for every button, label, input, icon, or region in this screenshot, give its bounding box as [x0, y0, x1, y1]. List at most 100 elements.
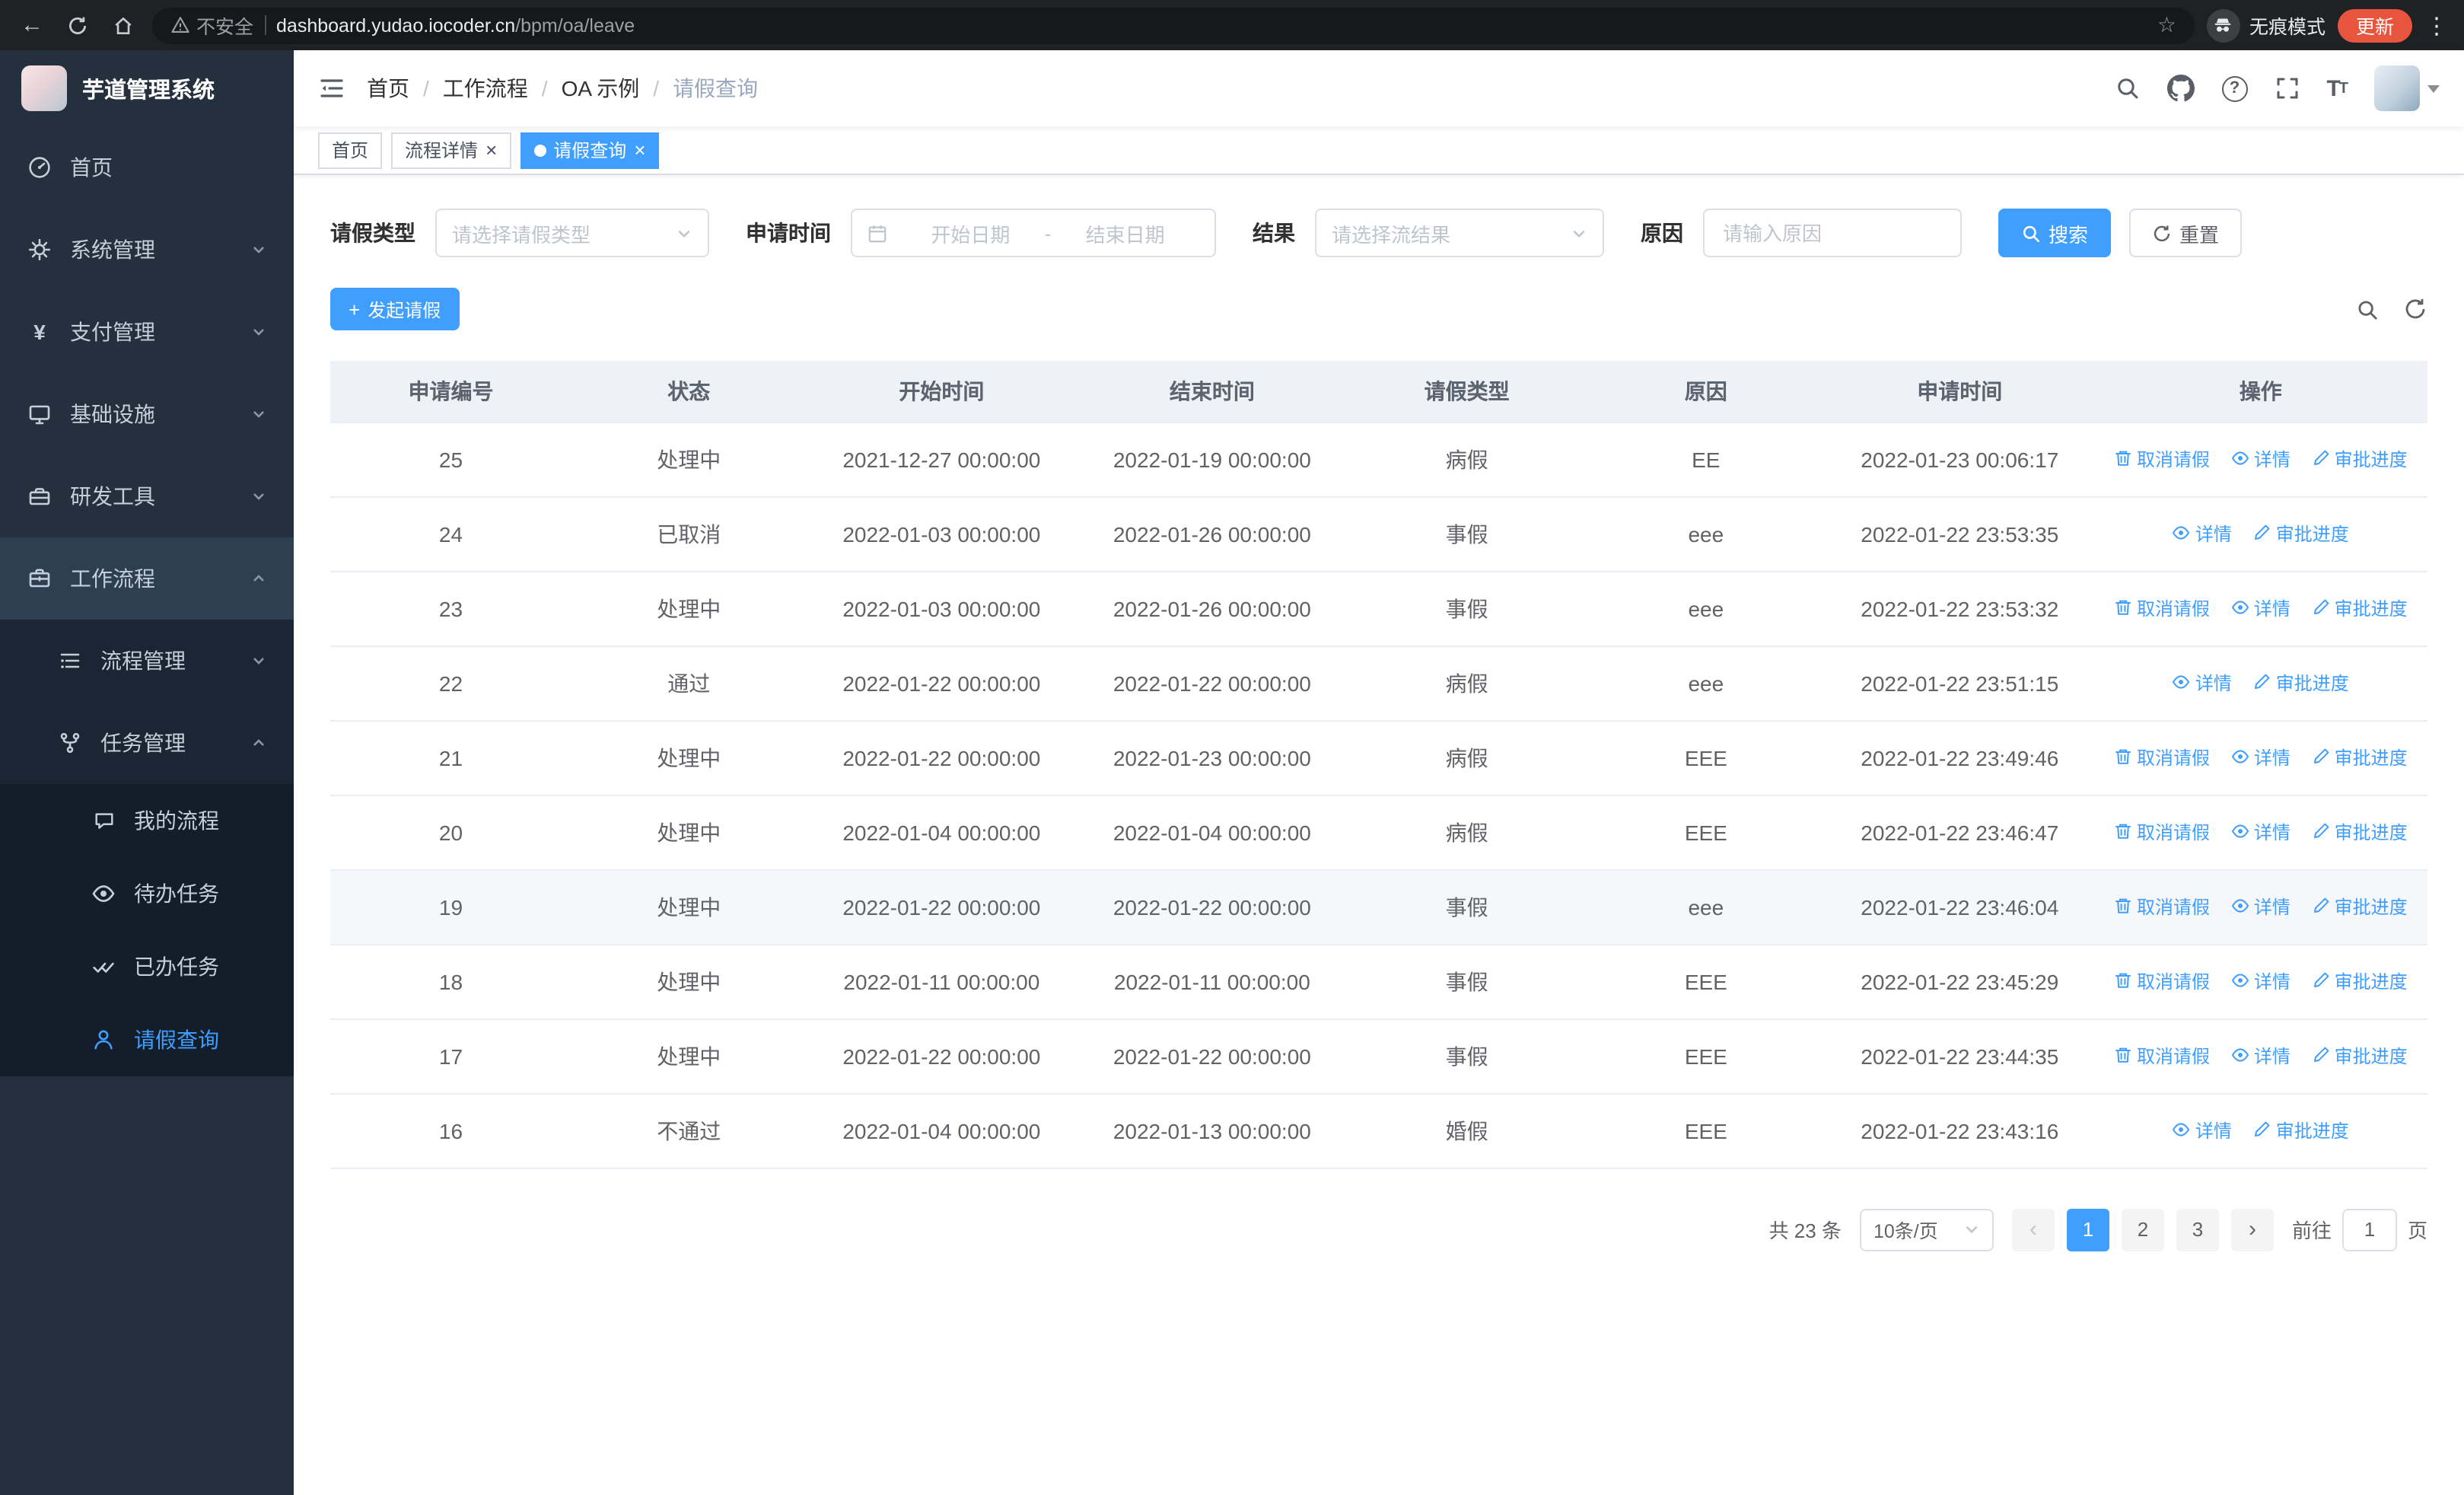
prev-page-icon[interactable]: ‹ — [2011, 1208, 2055, 1251]
cancel-leave-link[interactable]: 取消请假 — [2114, 1043, 2210, 1069]
user-menu[interactable] — [2374, 65, 2440, 111]
cell-start-time: 2021-12-27 00:00:00 — [806, 422, 1078, 497]
breadcrumb-item-workflow[interactable]: 工作流程 — [443, 73, 528, 104]
sidebar-toggle-icon[interactable] — [318, 75, 345, 102]
sidebar-item-system[interactable]: 系统管理 — [0, 209, 294, 291]
col-apply-id: 申请编号 — [330, 361, 571, 422]
cell-leave-type: 事假 — [1347, 496, 1587, 572]
tab-home[interactable]: 首页 — [318, 132, 383, 168]
reset-button[interactable]: 重置 — [2129, 209, 2243, 257]
sidebar-item-todo-tasks[interactable]: 待办任务 — [0, 857, 294, 930]
goto-page-input[interactable] — [2341, 1208, 2397, 1251]
cancel-leave-link[interactable]: 取消请假 — [2114, 819, 2210, 845]
approval-progress-link[interactable]: 审批进度 — [2312, 595, 2408, 621]
detail-link[interactable]: 详情 — [2173, 670, 2232, 696]
page-size-select[interactable]: 10条/页 — [1859, 1208, 1994, 1251]
detail-link[interactable]: 详情 — [2173, 521, 2232, 547]
app-logo[interactable]: 芋道管理系统 — [0, 50, 294, 126]
cell-end-time: 2022-01-26 00:00:00 — [1077, 496, 1348, 572]
approval-progress-link[interactable]: 审批进度 — [2253, 670, 2349, 696]
create-leave-button[interactable]: + 发起请假 — [330, 288, 460, 330]
detail-link[interactable]: 详情 — [2231, 595, 2291, 621]
refresh-table-icon[interactable] — [2403, 297, 2427, 321]
tab-process-detail[interactable]: 流程详情 × — [391, 132, 511, 168]
home-icon[interactable] — [107, 8, 140, 42]
back-icon[interactable]: ← — [15, 8, 49, 42]
total-count: 共 23 条 — [1768, 1219, 1842, 1242]
github-icon[interactable] — [2166, 75, 2195, 102]
detail-link[interactable]: 详情 — [2173, 1117, 2232, 1143]
date-range-separator: - — [1044, 222, 1052, 244]
cancel-leave-link[interactable]: 取消请假 — [2114, 446, 2210, 472]
tab-leave-query[interactable]: 请假查询 × — [520, 132, 660, 168]
start-date-placeholder[interactable]: 开始日期 — [896, 218, 1045, 247]
cancel-leave-link[interactable]: 取消请假 — [2114, 744, 2210, 770]
fullscreen-icon[interactable] — [2275, 76, 2299, 100]
reason-input[interactable] — [1703, 209, 1962, 257]
sidebar-item-my-process[interactable]: 我的流程 — [0, 784, 294, 857]
update-button[interactable]: 更新 — [2337, 8, 2412, 42]
table-row: 20 处理中 2022-01-04 00:00:00 2022-01-04 00… — [330, 795, 2427, 870]
address-bar[interactable]: 不安全 dashboard.yudao.iocoder.cn/bpm/oa/le… — [152, 7, 2195, 43]
cell-end-time: 2022-01-22 00:00:00 — [1077, 645, 1348, 721]
detail-link[interactable]: 详情 — [2231, 744, 2291, 770]
result-select[interactable]: 请选择流结果 — [1315, 209, 1604, 257]
help-icon[interactable]: ? — [2221, 75, 2248, 101]
reload-icon[interactable] — [61, 8, 94, 42]
cancel-leave-link[interactable]: 取消请假 — [2114, 968, 2210, 994]
approval-progress-link[interactable]: 审批进度 — [2253, 1117, 2349, 1143]
table-row: 24 已取消 2022-01-03 00:00:00 2022-01-26 00… — [330, 496, 2427, 572]
page-button-1[interactable]: 1 — [2066, 1208, 2109, 1251]
cell-start-time: 2022-01-03 00:00:00 — [806, 496, 1078, 572]
approval-progress-link[interactable]: 审批进度 — [2312, 744, 2408, 770]
end-date-placeholder[interactable]: 结束日期 — [1051, 218, 1199, 247]
sidebar-item-workflow[interactable]: 工作流程 — [0, 537, 294, 620]
sidebar-item-devtools[interactable]: 研发工具 — [0, 455, 294, 537]
close-icon[interactable]: × — [485, 140, 497, 160]
sidebar-item-process-management[interactable]: 流程管理 — [0, 620, 294, 702]
approval-progress-link[interactable]: 审批进度 — [2312, 446, 2408, 472]
detail-link[interactable]: 详情 — [2231, 894, 2291, 920]
url-path: /bpm/oa/leave — [515, 14, 635, 36]
sidebar-item-done-tasks[interactable]: 已办任务 — [0, 930, 294, 1003]
table-row: 17 处理中 2022-01-22 00:00:00 2022-01-22 00… — [330, 1018, 2427, 1094]
cell-apply-time: 2022-01-22 23:43:16 — [1825, 1093, 2094, 1168]
search-button[interactable]: 搜索 — [1998, 209, 2112, 257]
cancel-leave-link[interactable]: 取消请假 — [2114, 894, 2210, 920]
search-icon[interactable] — [2115, 76, 2139, 100]
approval-progress-link[interactable]: 审批进度 — [2312, 1043, 2408, 1069]
cell-apply-id: 22 — [330, 645, 571, 721]
page-button-2[interactable]: 2 — [2121, 1208, 2164, 1251]
sidebar-item-home[interactable]: 首页 — [0, 126, 294, 209]
page-button-3[interactable]: 3 — [2176, 1208, 2219, 1251]
cell-end-time: 2022-01-11 00:00:00 — [1077, 944, 1348, 1019]
approval-progress-link[interactable]: 审批进度 — [2312, 894, 2408, 920]
browser-menu-icon[interactable]: ⋮ — [2424, 11, 2449, 39]
sidebar-item-leave-query[interactable]: 请假查询 — [0, 1003, 294, 1076]
approval-progress-link[interactable]: 审批进度 — [2312, 968, 2408, 994]
cancel-leave-link[interactable]: 取消请假 — [2114, 595, 2210, 621]
bookmark-star-icon[interactable]: ☆ — [2157, 12, 2176, 38]
eye-icon — [91, 881, 116, 906]
cell-apply-time: 2022-01-22 23:51:15 — [1825, 645, 2094, 721]
close-icon[interactable]: × — [634, 140, 645, 160]
detail-link[interactable]: 详情 — [2231, 819, 2291, 845]
security-warning[interactable]: 不安全 — [170, 11, 253, 40]
approval-progress-link[interactable]: 审批进度 — [2253, 521, 2349, 547]
sidebar-item-payment[interactable]: ¥ 支付管理 — [0, 291, 294, 373]
detail-link[interactable]: 详情 — [2231, 1043, 2291, 1069]
sidebar-item-task-management[interactable]: 任务管理 — [0, 702, 294, 784]
breadcrumb-item-oa[interactable]: OA 示例 — [562, 73, 640, 104]
next-page-icon[interactable]: › — [2230, 1208, 2274, 1251]
detail-link[interactable]: 详情 — [2231, 968, 2291, 994]
breadcrumb-item-home[interactable]: 首页 — [367, 73, 409, 104]
font-size-icon[interactable]: TT — [2326, 75, 2348, 101]
approval-progress-link[interactable]: 审批进度 — [2312, 819, 2408, 845]
apply-time-range-picker[interactable]: 开始日期 - 结束日期 — [851, 209, 1216, 257]
cell-status: 处理中 — [571, 1018, 807, 1094]
sidebar-item-infrastructure[interactable]: 基础设施 — [0, 373, 294, 455]
url-text[interactable]: dashboard.yudao.iocoder.cn/bpm/oa/leave — [276, 14, 635, 36]
toggle-search-icon[interactable] — [2356, 298, 2379, 320]
leave-type-select[interactable]: 请选择请假类型 — [435, 209, 709, 257]
detail-link[interactable]: 详情 — [2231, 446, 2291, 472]
